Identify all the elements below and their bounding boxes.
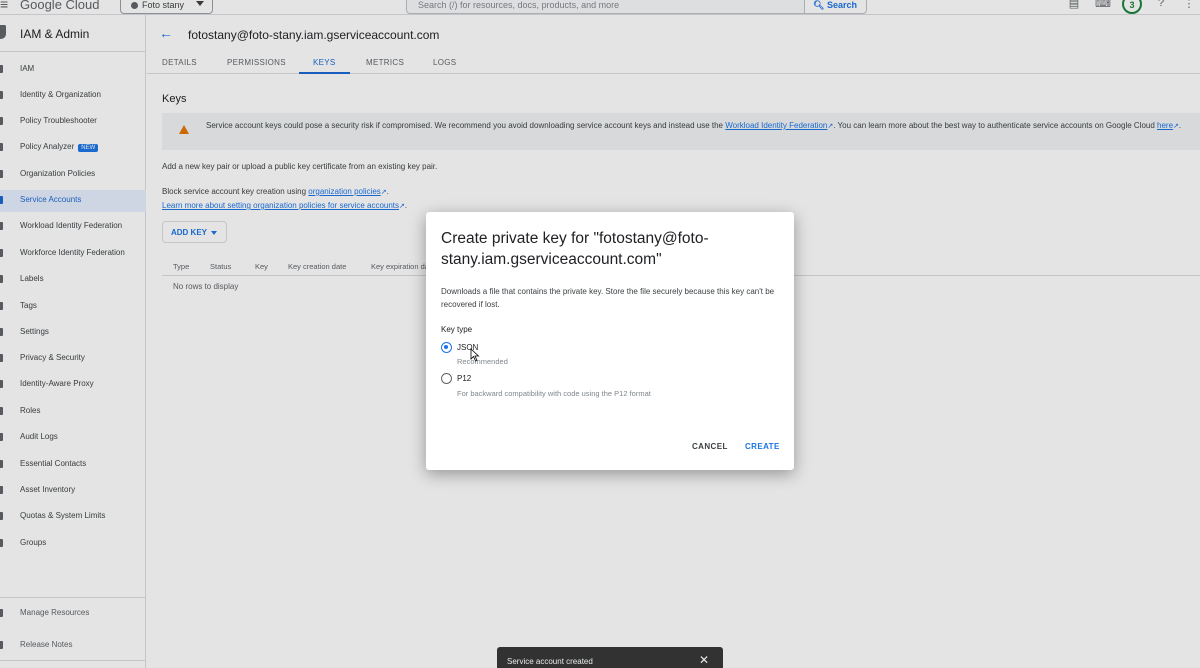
close-icon[interactable]: ✕	[699, 653, 709, 667]
json-option-hint: Recommended	[457, 357, 508, 366]
mouse-cursor-icon	[470, 348, 480, 362]
dialog-title: Create private key for "fotostany@foto-s…	[441, 230, 709, 268]
snackbar-message: Service account created	[507, 657, 593, 666]
create-button[interactable]: CREATE	[745, 442, 780, 451]
json-radio[interactable]	[441, 342, 452, 353]
p12-option-label[interactable]: P12	[457, 374, 471, 383]
cancel-button[interactable]: CANCEL	[692, 442, 728, 451]
p12-option-hint: For backward compatibility with code usi…	[457, 389, 651, 398]
snackbar: Service account created ✕	[497, 647, 723, 668]
dialog-description: Downloads a file that contains the priva…	[441, 287, 775, 309]
key-type-label: Key type	[441, 325, 473, 334]
create-private-key-dialog: Create private key for "fotostany@foto-s…	[426, 212, 794, 470]
p12-radio[interactable]	[441, 373, 452, 384]
